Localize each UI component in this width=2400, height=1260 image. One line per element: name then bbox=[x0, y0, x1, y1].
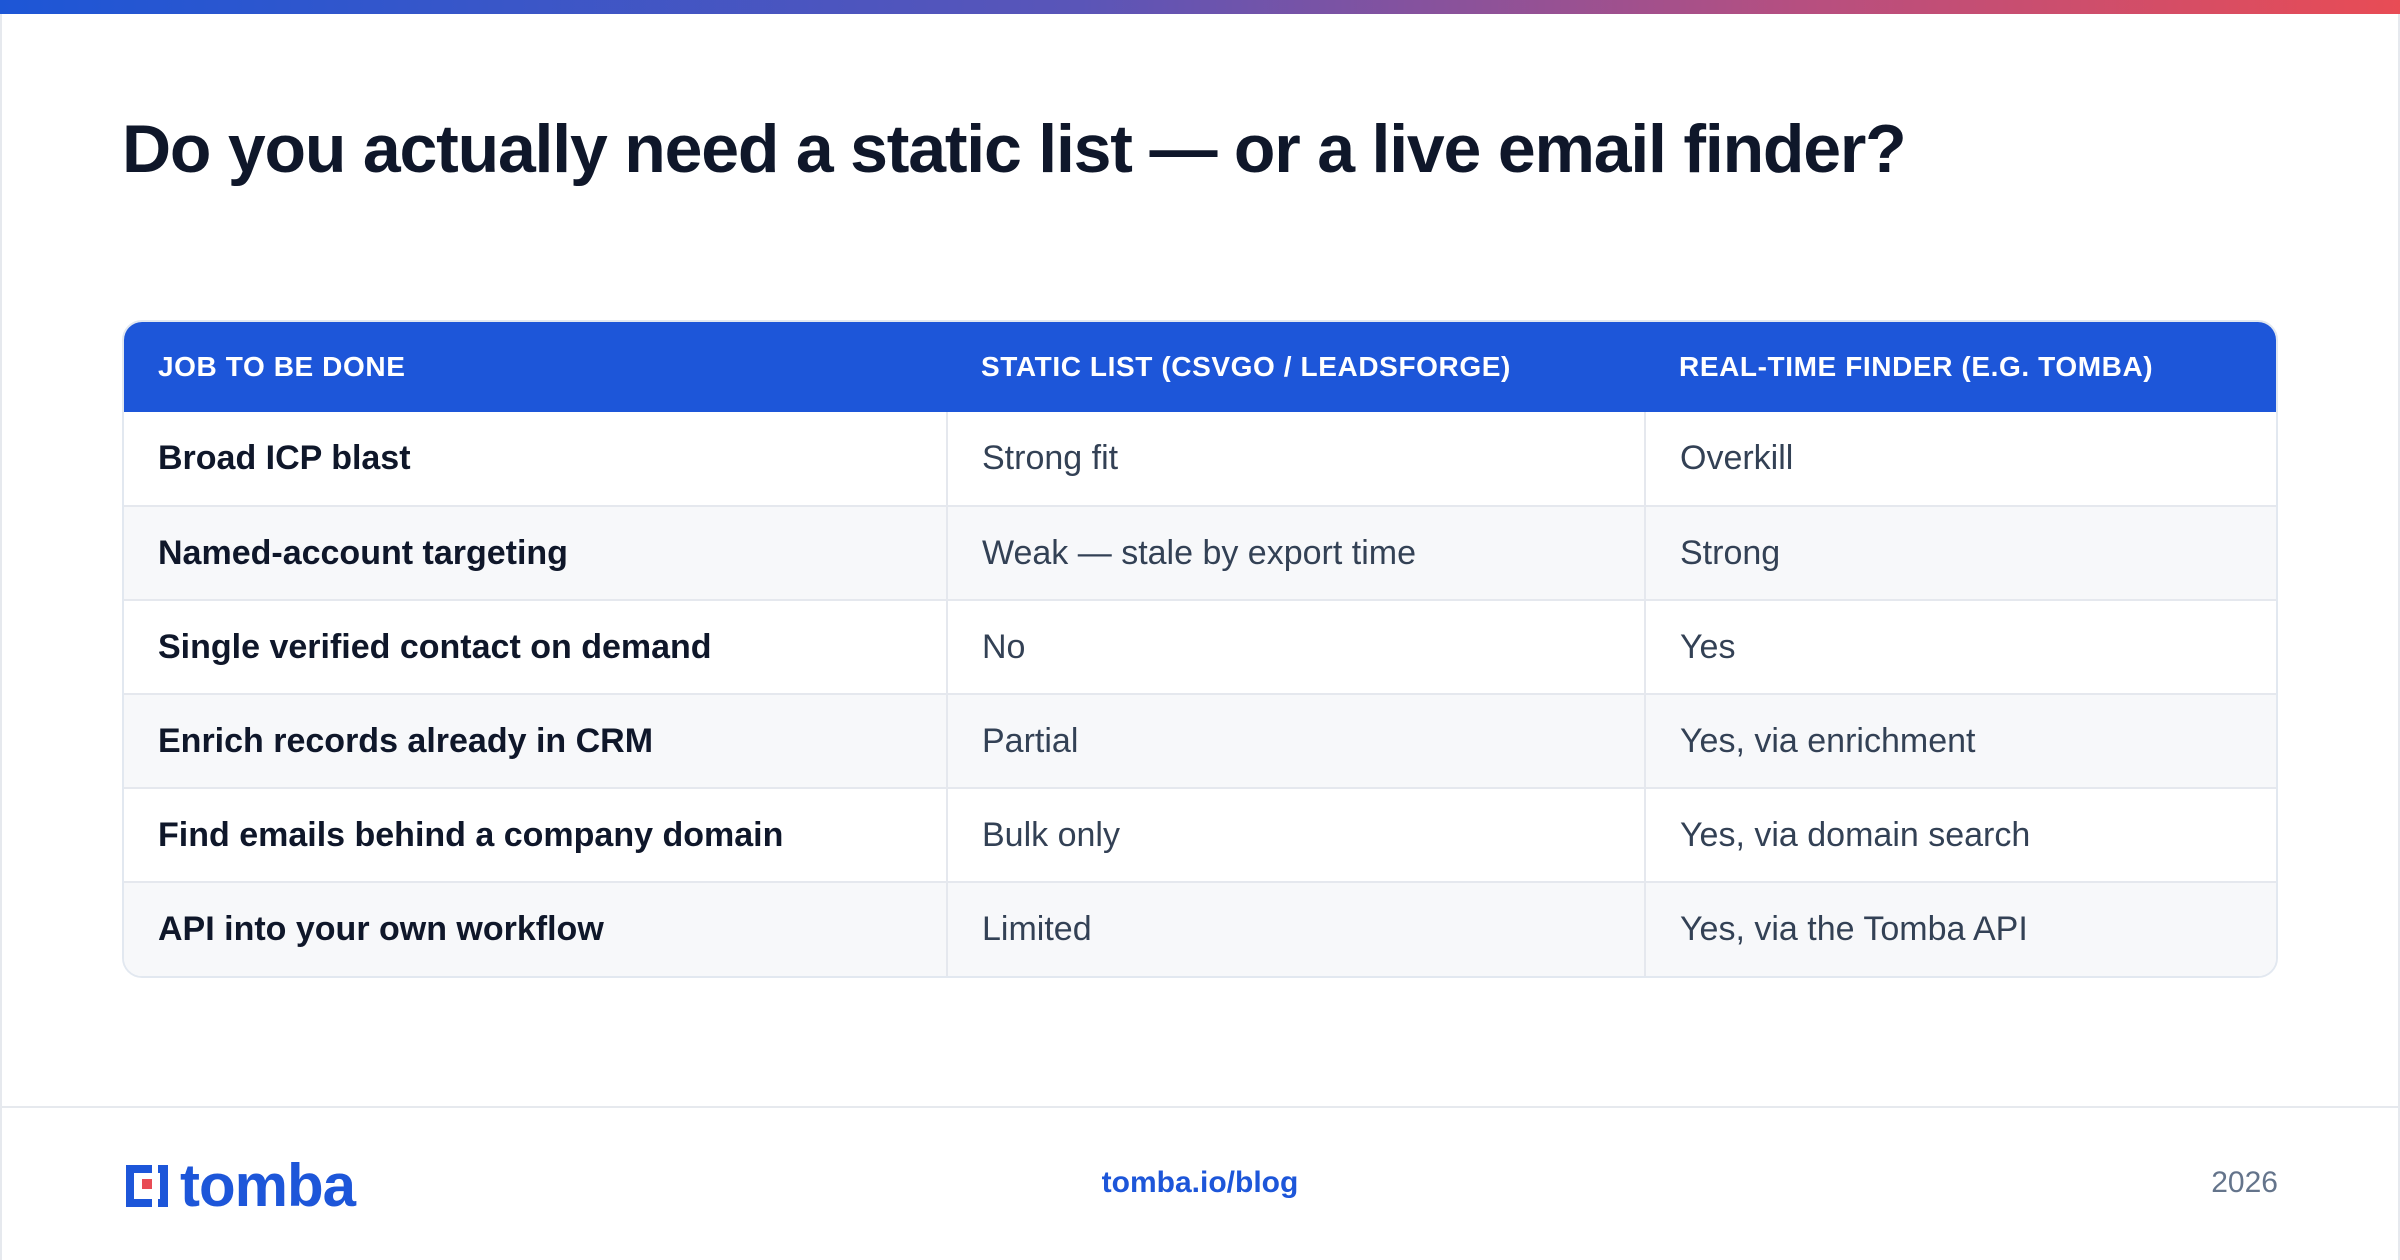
table-row: Named-account targeting Weak — stale by … bbox=[124, 506, 2276, 600]
table-row: API into your own workflow Limited Yes, … bbox=[124, 882, 2276, 976]
real-time-finder-cell: Yes, via enrichment bbox=[1644, 694, 2276, 788]
table-row: Find emails behind a company domain Bulk… bbox=[124, 788, 2276, 882]
comparison-table: JOB TO BE DONE STATIC LIST (CSVGO / LEAD… bbox=[122, 320, 2278, 978]
table-row: Broad ICP blast Strong fit Overkill bbox=[124, 412, 2276, 506]
real-time-finder-cell: Overkill bbox=[1644, 412, 2276, 506]
static-list-cell: Strong fit bbox=[946, 412, 1645, 506]
job-cell: Enrich records already in CRM bbox=[158, 721, 654, 760]
table-header-row: JOB TO BE DONE STATIC LIST (CSVGO / LEAD… bbox=[124, 322, 2276, 412]
job-cell: Find emails behind a company domain bbox=[158, 815, 784, 854]
real-time-finder-cell: Yes, via the Tomba API bbox=[1644, 882, 2276, 976]
static-list-cell: Bulk only bbox=[946, 788, 1645, 882]
column-header-static-list: STATIC LIST (CSVGO / LEADSFORGE) bbox=[981, 351, 1511, 382]
footer: tomba tomba.io/blog 2026 bbox=[0, 1106, 2400, 1260]
real-time-finder-cell: Strong bbox=[1644, 506, 2276, 600]
gradient-accent-bar bbox=[0, 0, 2400, 14]
blog-link[interactable]: tomba.io/blog bbox=[0, 1166, 2400, 1200]
static-list-cell: No bbox=[946, 600, 1645, 694]
page-title: Do you actually need a static list — or … bbox=[122, 111, 1907, 187]
table-row: Enrich records already in CRM Partial Ye… bbox=[124, 694, 2276, 788]
column-header-real-time-finder: REAL-TIME FINDER (E.G. TOMBA) bbox=[1679, 351, 2154, 382]
static-list-cell: Partial bbox=[946, 694, 1645, 788]
real-time-finder-cell: Yes bbox=[1644, 600, 2276, 694]
job-cell: Broad ICP blast bbox=[158, 439, 411, 477]
frame-edge-left bbox=[0, 14, 2, 1260]
footer-year: 2026 bbox=[2211, 1166, 2278, 1199]
job-cell: Single verified contact on demand bbox=[158, 627, 712, 666]
static-list-cell: Limited bbox=[946, 882, 1645, 976]
job-cell: Named-account targeting bbox=[158, 533, 568, 572]
table-row: Single verified contact on demand No Yes bbox=[124, 600, 2276, 694]
job-cell: API into your own workflow bbox=[158, 910, 604, 948]
static-list-cell: Weak — stale by export time bbox=[946, 506, 1645, 600]
column-header-job: JOB TO BE DONE bbox=[158, 351, 406, 382]
real-time-finder-cell: Yes, via domain search bbox=[1644, 788, 2276, 882]
